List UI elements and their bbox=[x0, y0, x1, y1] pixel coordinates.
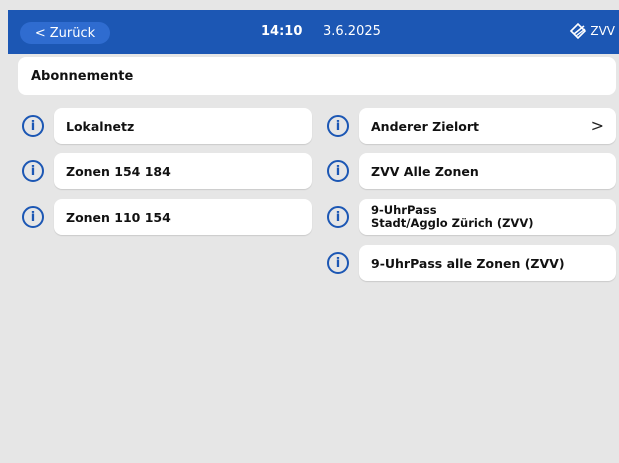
info-icon[interactable]: i bbox=[327, 252, 349, 274]
top-bar: < Zurück 14:10 3.6.2025 ZVV bbox=[8, 10, 619, 54]
info-icon[interactable]: i bbox=[327, 115, 349, 137]
info-icon[interactable]: i bbox=[22, 206, 44, 228]
section-header: Abonnemente bbox=[18, 57, 616, 95]
ticket-label-line2: Stadt/Agglo Zürich (ZVV) bbox=[371, 216, 534, 230]
back-label: Zurück bbox=[49, 25, 96, 41]
back-button[interactable]: < Zurück bbox=[20, 22, 110, 44]
ticket-label-two-line: 9-UhrPass Stadt/Agglo Zürich (ZVV) bbox=[371, 204, 533, 230]
zvv-logo: ZVV bbox=[567, 20, 615, 42]
current-date: 3.6.2025 bbox=[323, 24, 381, 39]
ticket-label: ZVV Alle Zonen bbox=[371, 163, 479, 179]
ticket-button-anderer-zielort[interactable]: Anderer Zielort > bbox=[359, 108, 616, 144]
ticket-button-9-uhrpass-stadt[interactable]: 9-UhrPass Stadt/Agglo Zürich (ZVV) bbox=[359, 199, 616, 235]
ticket-label: Zonen 110 154 bbox=[66, 209, 171, 225]
ticket-label: Lokalnetz bbox=[66, 118, 135, 134]
zvv-logo-icon bbox=[570, 22, 587, 40]
info-icon[interactable]: i bbox=[22, 115, 44, 137]
logo-text: ZVV bbox=[590, 24, 615, 38]
ticket-button-zvv-alle-zonen[interactable]: ZVV Alle Zonen bbox=[359, 153, 616, 189]
info-icon[interactable]: i bbox=[327, 206, 349, 228]
clock-time: 14:10 bbox=[261, 24, 303, 39]
ticket-button-9-uhrpass-alle-zonen[interactable]: 9-UhrPass alle Zonen (ZVV) bbox=[359, 245, 616, 281]
ticket-label: Anderer Zielort bbox=[371, 118, 479, 134]
ticket-button-lokalnetz[interactable]: Lokalnetz bbox=[54, 108, 312, 144]
ticket-label: 9-UhrPass alle Zonen (ZVV) bbox=[371, 255, 565, 271]
chevron-left-icon: < bbox=[34, 25, 46, 41]
left-strip bbox=[8, 54, 18, 463]
info-icon[interactable]: i bbox=[327, 160, 349, 182]
info-icon[interactable]: i bbox=[22, 160, 44, 182]
chevron-right-icon: > bbox=[590, 116, 604, 135]
ticket-button-zonen-154-184[interactable]: Zonen 154 184 bbox=[54, 153, 312, 189]
ticket-label: Zonen 154 184 bbox=[66, 163, 171, 179]
ticket-button-zonen-110-154[interactable]: Zonen 110 154 bbox=[54, 199, 312, 235]
